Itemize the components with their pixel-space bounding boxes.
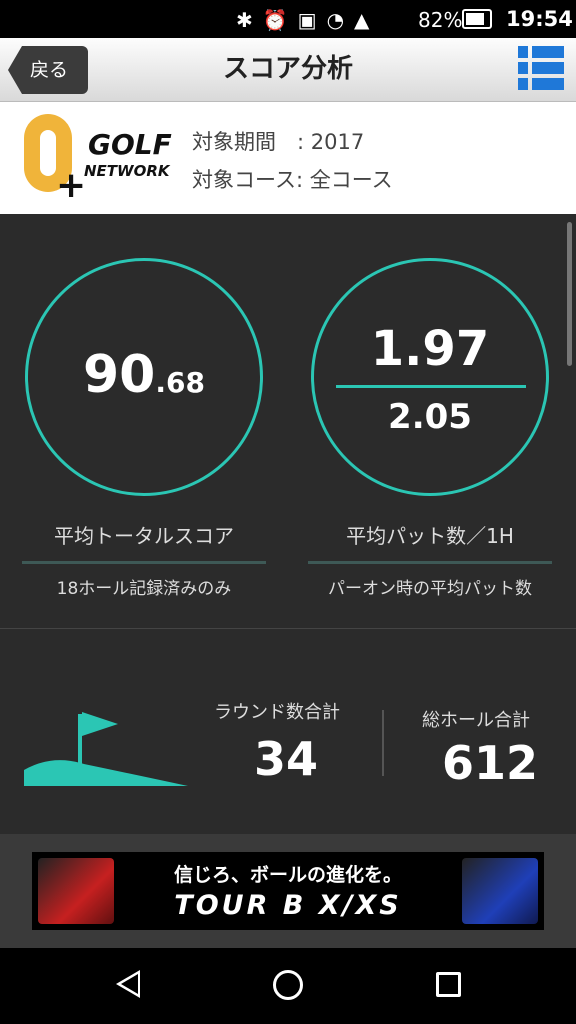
avg-putt-ring: 1.97 2.05 (311, 258, 549, 496)
hole-count-value: 612 (442, 736, 539, 790)
nav-home-icon[interactable] (273, 970, 303, 1000)
ad-headline: 信じろ、ボールの進化を。 (173, 864, 402, 886)
nav-back-icon[interactable] (116, 970, 140, 998)
golf-network-logo: GOLF NETWORK + (22, 114, 172, 204)
signal-icon: ▲ (354, 8, 370, 32)
clock: 19:54 (506, 7, 573, 31)
app-header: スコア分析 戻る (0, 38, 576, 102)
golf-flag-icon (24, 712, 188, 786)
system-nav-bar (0, 948, 576, 1024)
ad-product: TOUR B X/XS (174, 890, 402, 921)
battery-charging-icon (462, 9, 492, 29)
battery-percent: 82% (418, 8, 463, 32)
avg-putt-on-value: 2.05 (388, 397, 472, 437)
nav-recents-icon[interactable] (436, 972, 461, 997)
hole-count-label: 総ホール合計 (422, 710, 530, 731)
divider (308, 561, 552, 564)
period-label: 対象期間 : 2017 (192, 130, 365, 154)
divider (382, 710, 384, 776)
status-bar: ✱ ⏰ ▣ ◔ ▲ 82% 19:54 (0, 0, 576, 38)
scrollbar[interactable] (567, 222, 572, 366)
list-menu-icon[interactable] (518, 46, 568, 94)
avg-score-note: 18ホール記録済みのみ (56, 579, 232, 599)
round-count-label: ラウンド数合計 (214, 702, 340, 723)
info-panel: GOLF NETWORK + 対象期間 : 2017 対象コース: 全コース (0, 102, 576, 214)
course-label: 対象コース: 全コース (192, 168, 393, 192)
bluetooth-icon: ✱ (236, 8, 253, 32)
avg-score-value: 90.68 (83, 345, 205, 405)
status-icons: ✱ ⏰ ▣ ◔ ▲ (236, 8, 369, 32)
ad-area: 信じろ、ボールの進化を。 TOUR B X/XS (0, 834, 576, 948)
avg-putt-value: 1.97 (370, 321, 490, 377)
divider (22, 561, 266, 564)
avg-putt-note: パーオン時の平均パット数 (328, 579, 532, 599)
score-analysis-content[interactable]: 90.68 平均トータルスコア 18ホール記録済みのみ 1.97 2.05 平均… (0, 214, 576, 948)
avg-score-card: 90.68 平均トータルスコア 18ホール記録済みのみ (22, 258, 266, 599)
wifi-icon: ◔ (326, 8, 345, 32)
avg-putt-card: 1.97 2.05 平均パット数／1H パーオン時の平均パット数 (308, 258, 552, 599)
back-button[interactable]: 戻る (8, 46, 88, 94)
section-divider (0, 628, 576, 629)
avg-putt-label: 平均パット数／1H (346, 524, 514, 548)
voicemail-icon: ▣ (297, 8, 317, 32)
avg-score-ring: 90.68 (25, 258, 263, 496)
alarm-icon: ⏰ (262, 8, 288, 32)
fraction-line (336, 385, 526, 388)
avg-score-label: 平均トータルスコア (54, 524, 234, 548)
round-count-value: 34 (254, 732, 319, 786)
ad-banner[interactable]: 信じろ、ボールの進化を。 TOUR B X/XS (32, 852, 544, 930)
